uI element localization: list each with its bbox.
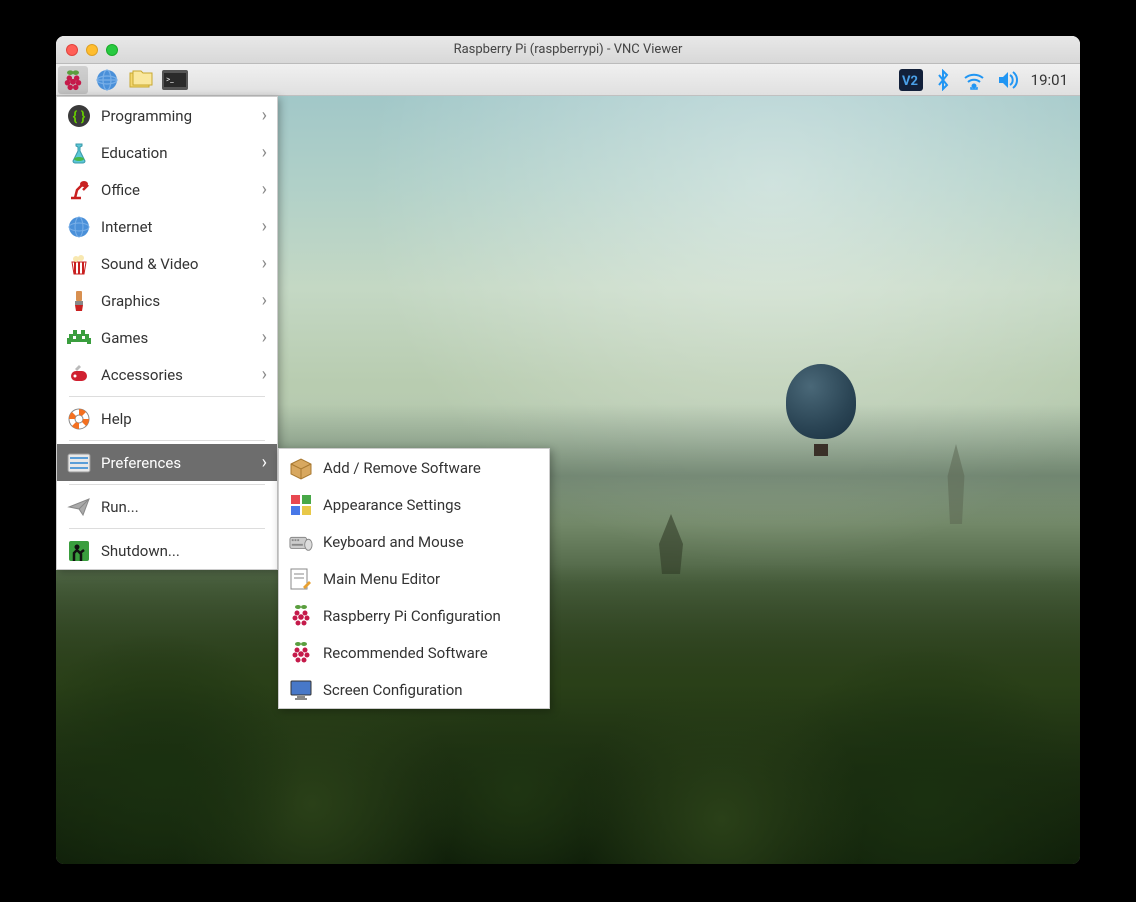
submenu-item-keyboard-mouse[interactable]: Keyboard and Mouse: [279, 523, 549, 560]
terminal-icon: >_: [162, 70, 188, 90]
menu-item-label: Education: [101, 144, 168, 162]
invader-icon: [67, 326, 91, 350]
submenu-item-label: Main Menu Editor: [323, 570, 440, 588]
submenu-item-label: Keyboard and Mouse: [323, 533, 464, 551]
keyboard-mouse-icon: [289, 530, 313, 554]
menu-item-office[interactable]: Office: [57, 171, 277, 208]
menu-item-label: Programming: [101, 107, 192, 125]
menu-item-label: Help: [101, 410, 132, 428]
swiss-knife-icon: [67, 363, 91, 387]
file-manager-launcher[interactable]: [126, 66, 156, 94]
titlebar: Raspberry Pi (raspberrypi) - VNC Viewer: [56, 36, 1080, 64]
submenu-item-label: Recommended Software: [323, 644, 488, 662]
menu-item-label: Internet: [101, 218, 152, 236]
menu-item-label: Graphics: [101, 292, 160, 310]
window-title: Raspberry Pi (raspberrypi) - VNC Viewer: [56, 42, 1080, 57]
svg-text:V2: V2: [902, 74, 918, 89]
folder-icon: [129, 70, 153, 90]
menu-item-internet[interactable]: Internet: [57, 208, 277, 245]
submenu-item-main-menu-editor[interactable]: Main Menu Editor: [279, 560, 549, 597]
exit-icon: [67, 539, 91, 563]
submenu-item-appearance-settings[interactable]: Appearance Settings: [279, 486, 549, 523]
bluetooth-tray-icon[interactable]: [935, 69, 951, 91]
svg-text:{ }: { }: [73, 109, 86, 125]
brush-icon: [67, 289, 91, 313]
submenu-item-recommended-software[interactable]: Recommended Software: [279, 634, 549, 671]
menu-item-label: Accessories: [101, 366, 183, 384]
paperplane-icon: [67, 495, 91, 519]
menu-item-label: Sound & Video: [101, 255, 198, 273]
submenu-item-screen-configuration[interactable]: Screen Configuration: [279, 671, 549, 708]
menu-item-run[interactable]: Run...: [57, 488, 277, 525]
menu-item-programming[interactable]: { } Programming: [57, 97, 277, 134]
menu-item-education[interactable]: Education: [57, 134, 277, 171]
application-menu: { } Programming Education Office: [56, 96, 278, 570]
globe-icon: [95, 68, 119, 92]
menu-item-accessories[interactable]: Accessories: [57, 356, 277, 393]
window-controls: [66, 44, 118, 56]
menu-item-label: Games: [101, 329, 148, 347]
browser-launcher[interactable]: [92, 66, 122, 94]
submenu-item-label: Raspberry Pi Configuration: [323, 607, 501, 625]
wallpaper-balloon: [786, 364, 866, 474]
zoom-window-button[interactable]: [106, 44, 118, 56]
menu-item-label: Shutdown...: [101, 542, 180, 560]
lamp-icon: [67, 178, 91, 202]
terminal-launcher[interactable]: >_: [160, 66, 190, 94]
clock[interactable]: 19:01: [1031, 71, 1068, 89]
menu-item-label: Office: [101, 181, 140, 199]
preferences-icon: [67, 451, 91, 475]
globe-icon: [67, 215, 91, 239]
menu-item-help[interactable]: Help: [57, 400, 277, 437]
submenu-item-add-remove-software[interactable]: Add / Remove Software: [279, 449, 549, 486]
close-window-button[interactable]: [66, 44, 78, 56]
wifi-tray-icon[interactable]: [963, 70, 985, 90]
submenu-item-label: Appearance Settings: [323, 496, 461, 514]
minimize-window-button[interactable]: [86, 44, 98, 56]
submenu-item-label: Screen Configuration: [323, 681, 463, 699]
menu-item-sound-video[interactable]: Sound & Video: [57, 245, 277, 282]
submenu-item-raspberry-pi-configuration[interactable]: Raspberry Pi Configuration: [279, 597, 549, 634]
preferences-submenu: Add / Remove Software Appearance Setting…: [278, 448, 550, 709]
raspberry-icon: [289, 604, 313, 628]
menu-item-label: Preferences: [101, 454, 181, 472]
svg-text:>_: >_: [166, 75, 174, 84]
popcorn-icon: [67, 252, 91, 276]
vnc-window: Raspberry Pi (raspberrypi) - VNC Viewer: [56, 36, 1080, 864]
taskbar: >_ V2: [56, 64, 1080, 96]
monitor-icon: [289, 678, 313, 702]
start-menu-button[interactable]: [58, 66, 88, 94]
raspberry-icon: [289, 641, 313, 665]
appearance-icon: [289, 493, 313, 517]
raspberry-icon: [62, 69, 84, 91]
flask-icon: [67, 141, 91, 165]
vnc-tray-icon[interactable]: V2: [899, 69, 923, 91]
editor-icon: [289, 567, 313, 591]
desktop[interactable]: >_ V2: [56, 64, 1080, 864]
menu-item-games[interactable]: Games: [57, 319, 277, 356]
package-icon: [289, 456, 313, 480]
menu-item-label: Run...: [101, 498, 139, 516]
volume-tray-icon[interactable]: [997, 70, 1019, 90]
lifebuoy-icon: [67, 407, 91, 431]
menu-item-shutdown[interactable]: Shutdown...: [57, 532, 277, 569]
submenu-item-label: Add / Remove Software: [323, 459, 481, 477]
menu-item-preferences[interactable]: Preferences: [57, 444, 277, 481]
braces-icon: { }: [67, 104, 91, 128]
menu-item-graphics[interactable]: Graphics: [57, 282, 277, 319]
